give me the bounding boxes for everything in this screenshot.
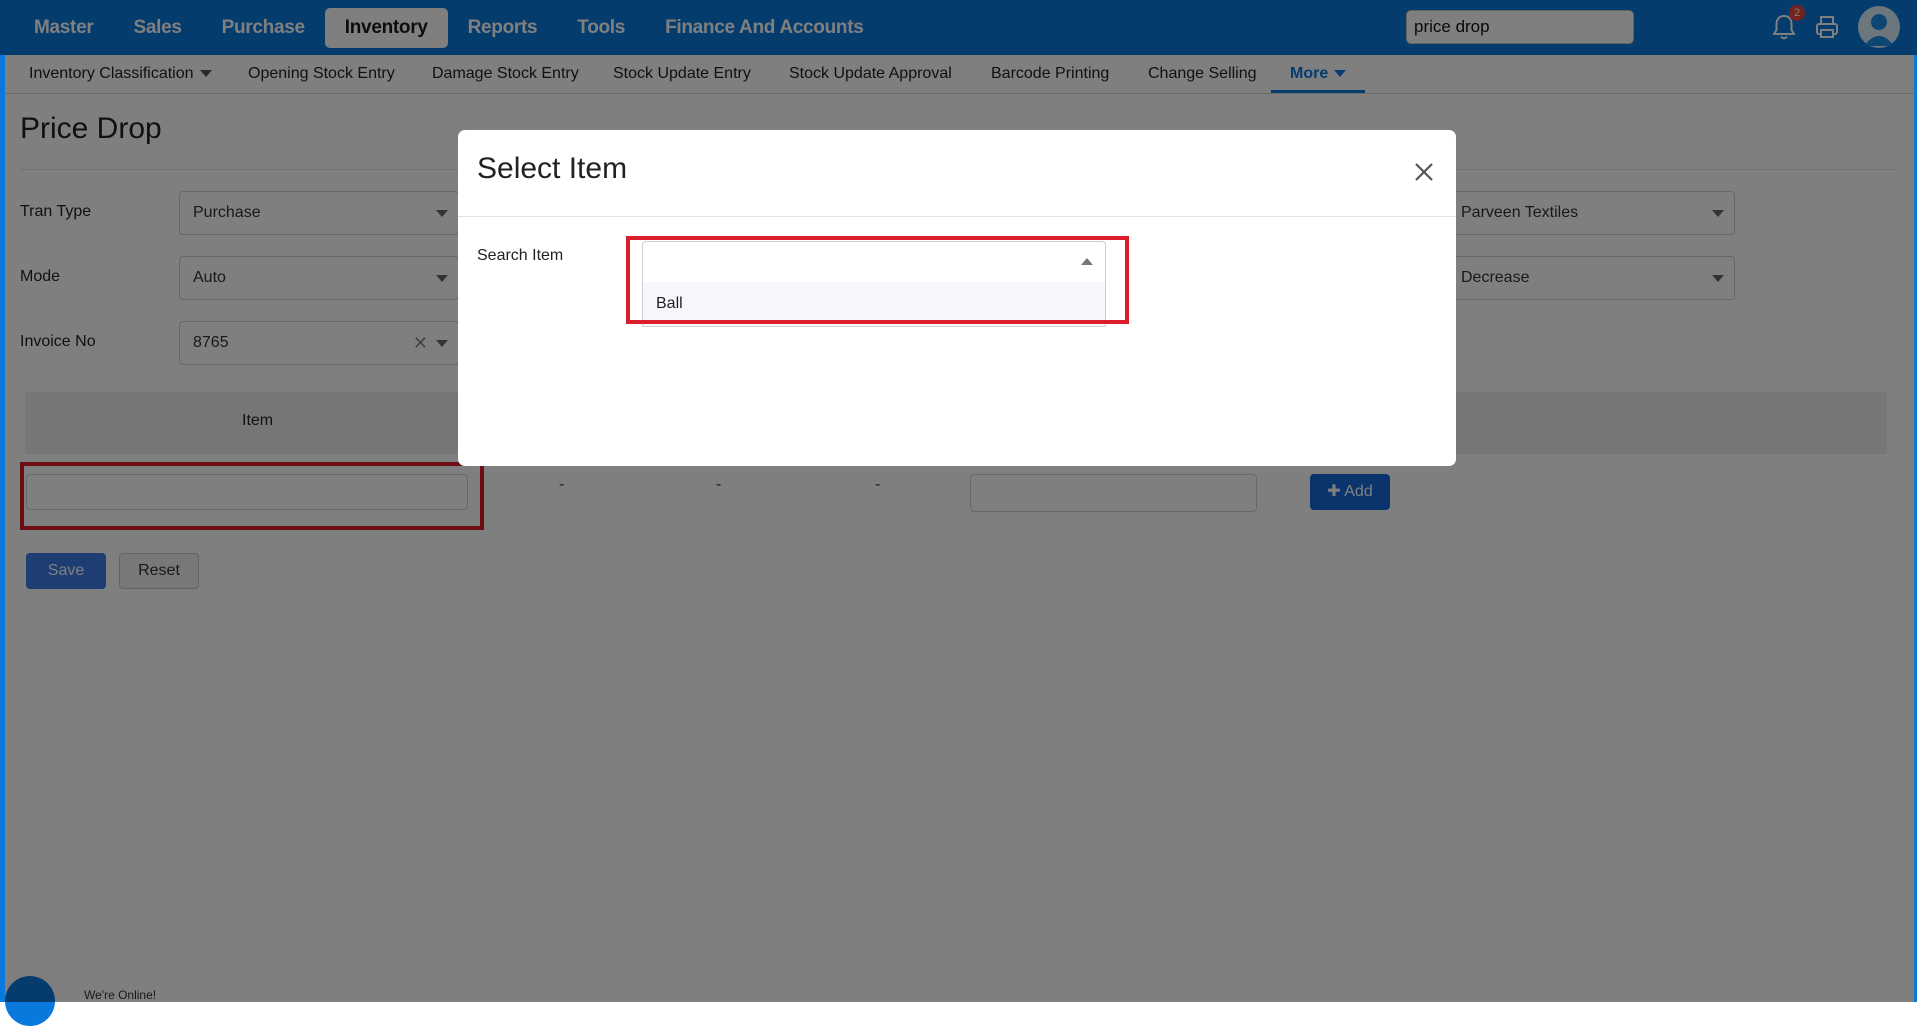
divider xyxy=(458,216,1456,217)
modal-title: Select Item xyxy=(477,152,628,185)
window-border-left xyxy=(0,55,5,1002)
select-item-modal: Select Item Search Item Ball xyxy=(458,130,1456,466)
highlight-box xyxy=(626,236,1129,324)
search-item-label: Search Item xyxy=(477,247,564,264)
close-icon[interactable] xyxy=(1412,160,1436,184)
